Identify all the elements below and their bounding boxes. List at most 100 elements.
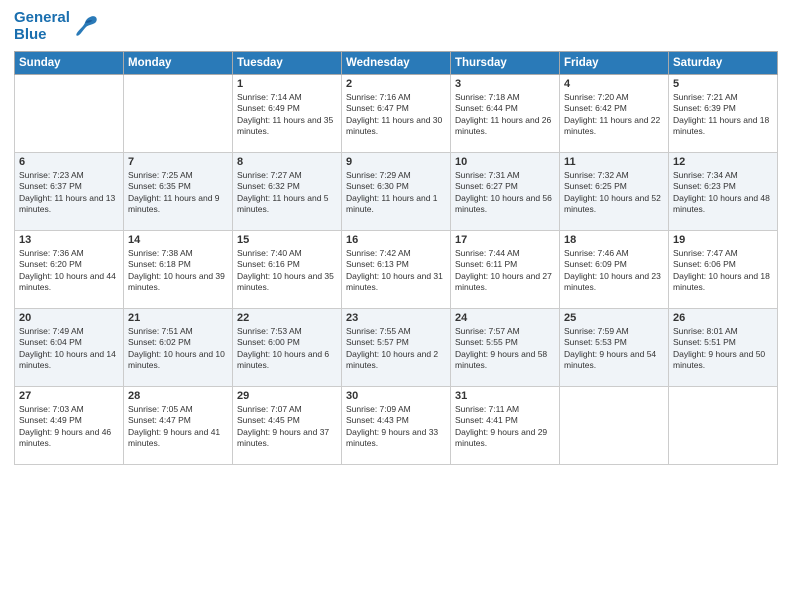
logo-bird-icon: [72, 13, 100, 41]
calendar-cell: 31 Sunrise: 7:11 AM Sunset: 4:41 PM Dayli…: [451, 387, 560, 465]
day-info: Sunrise: 7:29 AM Sunset: 6:30 PM Dayligh…: [346, 170, 446, 216]
calendar-cell: 23 Sunrise: 7:55 AM Sunset: 5:57 PM Dayli…: [342, 309, 451, 387]
calendar-cell: 19Sunrise: 7:47 AM Sunset: 6:06 PM Dayli…: [669, 231, 778, 309]
day-number: 30: [346, 390, 446, 402]
day-info: Sunrise: 7:11 AM Sunset: 4:41 PM Dayligh…: [455, 404, 555, 450]
day-info: Sunrise: 7:03 AM Sunset: 4:49 PM Dayligh…: [19, 404, 119, 450]
day-header-sunday: Sunday: [15, 52, 124, 75]
day-number: 16: [346, 234, 446, 246]
day-number: 29: [237, 390, 337, 402]
day-header-friday: Friday: [560, 52, 669, 75]
calendar-header-row: SundayMondayTuesdayWednesdayThursdayFrid…: [15, 52, 778, 75]
day-number: 14: [128, 234, 228, 246]
day-number: 8: [237, 156, 337, 168]
day-number: 4: [564, 78, 664, 90]
day-info: Sunrise: 8:01 AM Sunset: 5:51 PM Dayligh…: [673, 326, 773, 372]
calendar-cell: 12Sunrise: 7:34 AM Sunset: 6:23 PM Dayli…: [669, 153, 778, 231]
calendar-cell: 17 Sunrise: 7:44 AM Sunset: 6:11 PM Dayli…: [451, 231, 560, 309]
day-info: Sunrise: 7:55 AM Sunset: 5:57 PM Dayligh…: [346, 326, 446, 372]
calendar-week-row: 27 Sunrise: 7:03 AM Sunset: 4:49 PM Dayli…: [15, 387, 778, 465]
calendar-cell: 15 Sunrise: 7:40 AM Sunset: 6:16 PM Dayli…: [233, 231, 342, 309]
calendar-week-row: 13 Sunrise: 7:36 AM Sunset: 6:20 PM Dayli…: [15, 231, 778, 309]
calendar-cell: [124, 75, 233, 153]
calendar-cell: 25 Sunrise: 7:59 AM Sunset: 5:53 PM Dayli…: [560, 309, 669, 387]
calendar-cell: 27 Sunrise: 7:03 AM Sunset: 4:49 PM Dayli…: [15, 387, 124, 465]
day-info: Sunrise: 7:46 AM Sunset: 6:09 PM Dayligh…: [564, 248, 664, 294]
day-header-wednesday: Wednesday: [342, 52, 451, 75]
day-number: 21: [128, 312, 228, 324]
day-info: Sunrise: 7:38 AM Sunset: 6:18 PM Dayligh…: [128, 248, 228, 294]
day-info: Sunrise: 7:07 AM Sunset: 4:45 PM Dayligh…: [237, 404, 337, 450]
day-number: 9: [346, 156, 446, 168]
calendar-cell: [669, 387, 778, 465]
calendar-cell: 14 Sunrise: 7:38 AM Sunset: 6:18 PM Dayli…: [124, 231, 233, 309]
day-info: Sunrise: 7:31 AM Sunset: 6:27 PM Dayligh…: [455, 170, 555, 216]
calendar-cell: 10 Sunrise: 7:31 AM Sunset: 6:27 PM Dayli…: [451, 153, 560, 231]
day-number: 23: [346, 312, 446, 324]
day-info: Sunrise: 7:57 AM Sunset: 5:55 PM Dayligh…: [455, 326, 555, 372]
day-info: Sunrise: 7:53 AM Sunset: 6:00 PM Dayligh…: [237, 326, 337, 372]
calendar-cell: 16 Sunrise: 7:42 AM Sunset: 6:13 PM Dayli…: [342, 231, 451, 309]
calendar-cell: 22 Sunrise: 7:53 AM Sunset: 6:00 PM Dayli…: [233, 309, 342, 387]
day-info: Sunrise: 7:59 AM Sunset: 5:53 PM Dayligh…: [564, 326, 664, 372]
day-header-thursday: Thursday: [451, 52, 560, 75]
day-number: 19: [673, 234, 773, 246]
day-number: 1: [237, 78, 337, 90]
day-header-tuesday: Tuesday: [233, 52, 342, 75]
day-number: 13: [19, 234, 119, 246]
day-number: 28: [128, 390, 228, 402]
logo-text: General: [14, 10, 70, 27]
day-number: 12: [673, 156, 773, 168]
day-info: Sunrise: 7:20 AM Sunset: 6:42 PM Dayligh…: [564, 92, 664, 138]
day-number: 31: [455, 390, 555, 402]
calendar-cell: 20 Sunrise: 7:49 AM Sunset: 6:04 PM Dayli…: [15, 309, 124, 387]
calendar-cell: 6 Sunrise: 7:23 AM Sunset: 6:37 PM Daylig…: [15, 153, 124, 231]
calendar-cell: 5 Sunrise: 7:21 AM Sunset: 6:39 PM Daylig…: [669, 75, 778, 153]
calendar-table: SundayMondayTuesdayWednesdayThursdayFrid…: [14, 51, 778, 465]
day-number: 24: [455, 312, 555, 324]
day-number: 11: [564, 156, 664, 168]
calendar-cell: 28 Sunrise: 7:05 AM Sunset: 4:47 PM Dayli…: [124, 387, 233, 465]
day-number: 27: [19, 390, 119, 402]
day-number: 6: [19, 156, 119, 168]
day-info: Sunrise: 7:42 AM Sunset: 6:13 PM Dayligh…: [346, 248, 446, 294]
calendar-cell: [560, 387, 669, 465]
day-number: 20: [19, 312, 119, 324]
day-header-saturday: Saturday: [669, 52, 778, 75]
day-info: Sunrise: 7:51 AM Sunset: 6:02 PM Dayligh…: [128, 326, 228, 372]
day-info: Sunrise: 7:40 AM Sunset: 6:16 PM Dayligh…: [237, 248, 337, 294]
calendar-cell: 30 Sunrise: 7:09 AM Sunset: 4:43 PM Dayli…: [342, 387, 451, 465]
day-info: Sunrise: 7:16 AM Sunset: 6:47 PM Dayligh…: [346, 92, 446, 138]
day-number: 15: [237, 234, 337, 246]
calendar-week-row: 20 Sunrise: 7:49 AM Sunset: 6:04 PM Dayli…: [15, 309, 778, 387]
day-number: 22: [237, 312, 337, 324]
day-info: Sunrise: 7:49 AM Sunset: 6:04 PM Dayligh…: [19, 326, 119, 372]
day-number: 10: [455, 156, 555, 168]
day-info: Sunrise: 7:09 AM Sunset: 4:43 PM Dayligh…: [346, 404, 446, 450]
day-number: 7: [128, 156, 228, 168]
day-number: 17: [455, 234, 555, 246]
day-info: Sunrise: 7:21 AM Sunset: 6:39 PM Dayligh…: [673, 92, 773, 138]
day-info: Sunrise: 7:25 AM Sunset: 6:35 PM Dayligh…: [128, 170, 228, 216]
page-header: General Blue: [14, 10, 778, 43]
calendar-cell: 24 Sunrise: 7:57 AM Sunset: 5:55 PM Dayli…: [451, 309, 560, 387]
day-info: Sunrise: 7:18 AM Sunset: 6:44 PM Dayligh…: [455, 92, 555, 138]
day-info: Sunrise: 7:23 AM Sunset: 6:37 PM Dayligh…: [19, 170, 119, 216]
calendar-cell: 21 Sunrise: 7:51 AM Sunset: 6:02 PM Dayli…: [124, 309, 233, 387]
day-info: Sunrise: 7:36 AM Sunset: 6:20 PM Dayligh…: [19, 248, 119, 294]
day-number: 26: [673, 312, 773, 324]
calendar-cell: 26 Sunrise: 8:01 AM Sunset: 5:51 PM Dayli…: [669, 309, 778, 387]
day-number: 25: [564, 312, 664, 324]
calendar-week-row: 1 Sunrise: 7:14 AM Sunset: 6:49 PM Daylig…: [15, 75, 778, 153]
day-info: Sunrise: 7:44 AM Sunset: 6:11 PM Dayligh…: [455, 248, 555, 294]
calendar-cell: 9 Sunrise: 7:29 AM Sunset: 6:30 PM Daylig…: [342, 153, 451, 231]
calendar-week-row: 6 Sunrise: 7:23 AM Sunset: 6:37 PM Daylig…: [15, 153, 778, 231]
day-info: Sunrise: 7:14 AM Sunset: 6:49 PM Dayligh…: [237, 92, 337, 138]
calendar-cell: 2 Sunrise: 7:16 AM Sunset: 6:47 PM Daylig…: [342, 75, 451, 153]
calendar-cell: 11Sunrise: 7:32 AM Sunset: 6:25 PM Dayli…: [560, 153, 669, 231]
day-number: 2: [346, 78, 446, 90]
day-number: 5: [673, 78, 773, 90]
calendar-cell: 4 Sunrise: 7:20 AM Sunset: 6:42 PM Daylig…: [560, 75, 669, 153]
logo: General Blue: [14, 10, 100, 43]
day-info: Sunrise: 7:05 AM Sunset: 4:47 PM Dayligh…: [128, 404, 228, 450]
